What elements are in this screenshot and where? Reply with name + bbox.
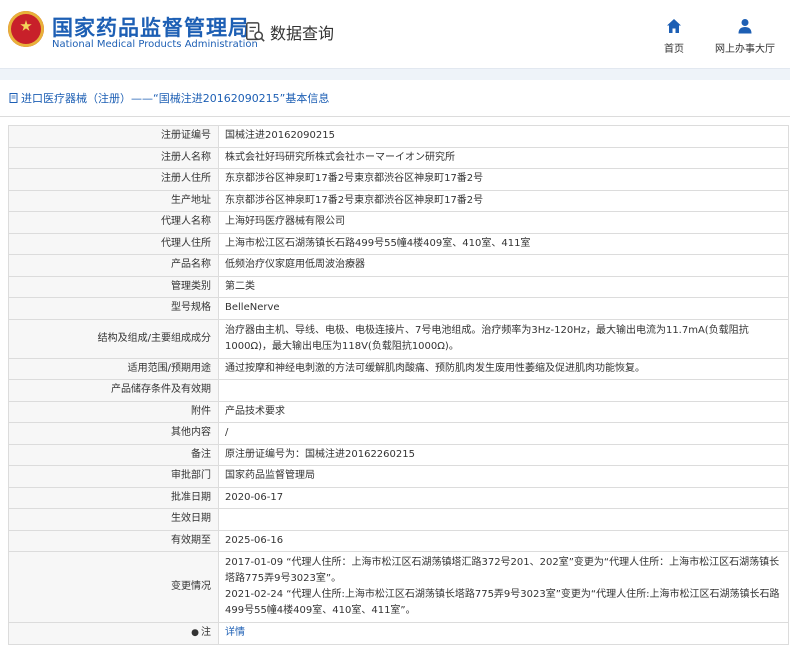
site-header: 国家药品监督管理局 National Medical Products Admi… (0, 0, 790, 68)
field-label: 注 (201, 627, 211, 639)
table-row: 注册人名称 株式会社好玛研究所株式会社ホーマーイオン研究所 (8, 146, 789, 169)
breadcrumb-category-link[interactable]: 进口医疗器械（注册） (21, 90, 131, 106)
breadcrumb: 进口医疗器械（注册） —— “国械注进20162090215”基本信息 (0, 80, 790, 117)
breadcrumb-separator: —— (131, 91, 153, 105)
nav-home-label: 首页 (664, 44, 684, 55)
record-detail-table: 注册证编号 国械注进20162090215 注册人名称 株式会社好玛研究所株式会社ホ… (8, 125, 789, 645)
table-row: 变更情况 2017-01-09 “代理人住所：上海市松江区石湖荡镇塔汇路372号… (8, 551, 789, 623)
record-detail-body: 注册证编号 国械注进20162090215 注册人名称 株式会社好玛研究所株式会社ホ… (8, 125, 789, 645)
change-entry: 2021-02-24 “代理人住所:上海市松江区石湖荡镇长塔路775弄9号302… (225, 589, 780, 616)
nav-home[interactable]: 首页 (664, 18, 684, 55)
table-row: 管理类别 第二类 (8, 275, 789, 298)
table-row: 产品储存条件及有效期 (8, 379, 789, 402)
field-label: 型号规格 (8, 297, 219, 320)
document-search-icon (246, 22, 265, 42)
field-label: 其他内容 (8, 422, 219, 445)
field-value: 上海市松江区石湖荡镇长石路499号55幢4楼409室、410室、411室 (218, 232, 789, 255)
field-label: 产品名称 (8, 254, 219, 277)
data-query-label: 数据查询 (270, 24, 335, 43)
field-label: 生产地址 (8, 189, 219, 212)
field-value: 2025-06-16 (218, 529, 789, 552)
field-value: BelleNerve (218, 297, 789, 320)
field-value: 国家药品监督管理局 (218, 465, 789, 488)
table-row: 审批部门 国家药品监督管理局 (8, 465, 789, 488)
field-value: / (218, 422, 789, 445)
field-label: 批准日期 (8, 486, 219, 509)
field-label: 注册人住所 (8, 168, 219, 191)
field-value: 原注册证编号为：国械注进20162260215 (218, 443, 789, 466)
field-label: 适用范围/预期用途 (8, 357, 219, 380)
field-label: 结构及组成/主要组成成分 (8, 318, 219, 359)
field-value: 低频治疗仪家庭用低周波治療器 (218, 254, 789, 277)
field-label: 生效日期 (8, 508, 219, 531)
field-label: 变更情况 (8, 551, 219, 623)
brand-name-cn[interactable]: 国家药品监督管理局 (52, 12, 250, 42)
field-value: 国械注进20162090215 (218, 125, 789, 148)
table-row: 代理人名称 上海好玛医疗器械有限公司 (8, 211, 789, 234)
field-value: 通过按摩和神经电刺激的方法可缓解肌肉酸痛、预防肌肉发生废用性萎缩及促进肌肉功能恢… (218, 357, 789, 380)
field-value: 东京都涉谷区神泉町17番2号東京都渋谷区神泉町17番2号 (218, 168, 789, 191)
field-label: 注册证编号 (8, 125, 219, 148)
field-label: 有效期至 (8, 529, 219, 552)
data-query-title[interactable]: 数据查询 (244, 20, 334, 44)
table-row: 批准日期 2020-06-17 (8, 486, 789, 509)
table-row: 产品名称 低频治疗仪家庭用低周波治療器 (8, 254, 789, 277)
document-icon (9, 93, 18, 103)
table-row: ● 注 详情 (8, 622, 789, 645)
table-row: 有效期至 2025-06-16 (8, 529, 789, 552)
field-value (218, 379, 789, 402)
table-row: 生产地址 东京都涉谷区神泉町17番2号東京都渋谷区神泉町17番2号 (8, 189, 789, 212)
field-value: 东京都涉谷区神泉町17番2号東京都渋谷区神泉町17番2号 (218, 189, 789, 212)
table-row: 型号规格 BelleNerve (8, 297, 789, 320)
field-value: 上海好玛医疗器械有限公司 (218, 211, 789, 234)
nav-online-service-label: 网上办事大厅 (715, 44, 775, 55)
field-label: 管理类别 (8, 275, 219, 298)
detail-link[interactable]: 详情 (225, 627, 245, 638)
field-value: 第二类 (218, 275, 789, 298)
user-icon (738, 19, 752, 34)
breadcrumb-record-title: “国械注进20162090215”基本信息 (153, 92, 330, 105)
table-row: 其他内容 / (8, 422, 789, 445)
field-value (218, 508, 789, 531)
table-row: 生效日期 (8, 508, 789, 531)
header-divider-band (0, 68, 790, 80)
note-label-cell: ● 注 (8, 622, 219, 645)
nav-online-service[interactable]: 网上办事大厅 (715, 18, 775, 55)
field-value: 2020-06-17 (218, 486, 789, 509)
field-value: 产品技术要求 (218, 400, 789, 423)
field-label: 备注 (8, 443, 219, 466)
change-entry: 2017-01-09 “代理人住所：上海市松江区石湖荡镇塔汇路372号201、2… (225, 557, 780, 584)
field-value: 详情 (218, 622, 789, 645)
field-label: 产品储存条件及有效期 (8, 379, 219, 402)
table-row: 备注 原注册证编号为：国械注进20162260215 (8, 443, 789, 466)
field-label: 审批部门 (8, 465, 219, 488)
table-row: 注册人住所 东京都涉谷区神泉町17番2号東京都渋谷区神泉町17番2号 (8, 168, 789, 191)
table-row: 结构及组成/主要组成成分 治疗器由主机、导线、电极、电极连接片、7号电池组成。治疗… (8, 318, 789, 359)
field-value: 株式会社好玛研究所株式会社ホーマーイオン研究所 (218, 146, 789, 169)
table-row: 适用范围/预期用途 通过按摩和神经电刺激的方法可缓解肌肉酸痛、预防肌肉发生废用性萎… (8, 357, 789, 380)
table-row: 代理人住所 上海市松江区石湖荡镇长石路499号55幢4楼409室、410室、411… (8, 232, 789, 255)
record-detail-panel: 注册证编号 国械注进20162090215 注册人名称 株式会社好玛研究所株式会社ホ… (0, 117, 790, 645)
nmpa-emblem-icon[interactable] (8, 11, 44, 47)
table-row: 注册证编号 国械注进20162090215 (8, 125, 789, 148)
home-icon (667, 19, 681, 33)
brand-name-en[interactable]: National Medical Products Administration (52, 39, 258, 50)
field-label: 附件 (8, 400, 219, 423)
pin-icon: ● (191, 628, 199, 639)
field-label: 代理人名称 (8, 211, 219, 234)
field-value: 治疗器由主机、导线、电极、电极连接片、7号电池组成。治疗频率为3Hz-120Hz… (218, 318, 789, 359)
field-label: 代理人住所 (8, 232, 219, 255)
change-history: 2017-01-09 “代理人住所：上海市松江区石湖荡镇塔汇路372号201、2… (218, 551, 789, 623)
field-label: 注册人名称 (8, 146, 219, 169)
table-row: 附件 产品技术要求 (8, 400, 789, 423)
